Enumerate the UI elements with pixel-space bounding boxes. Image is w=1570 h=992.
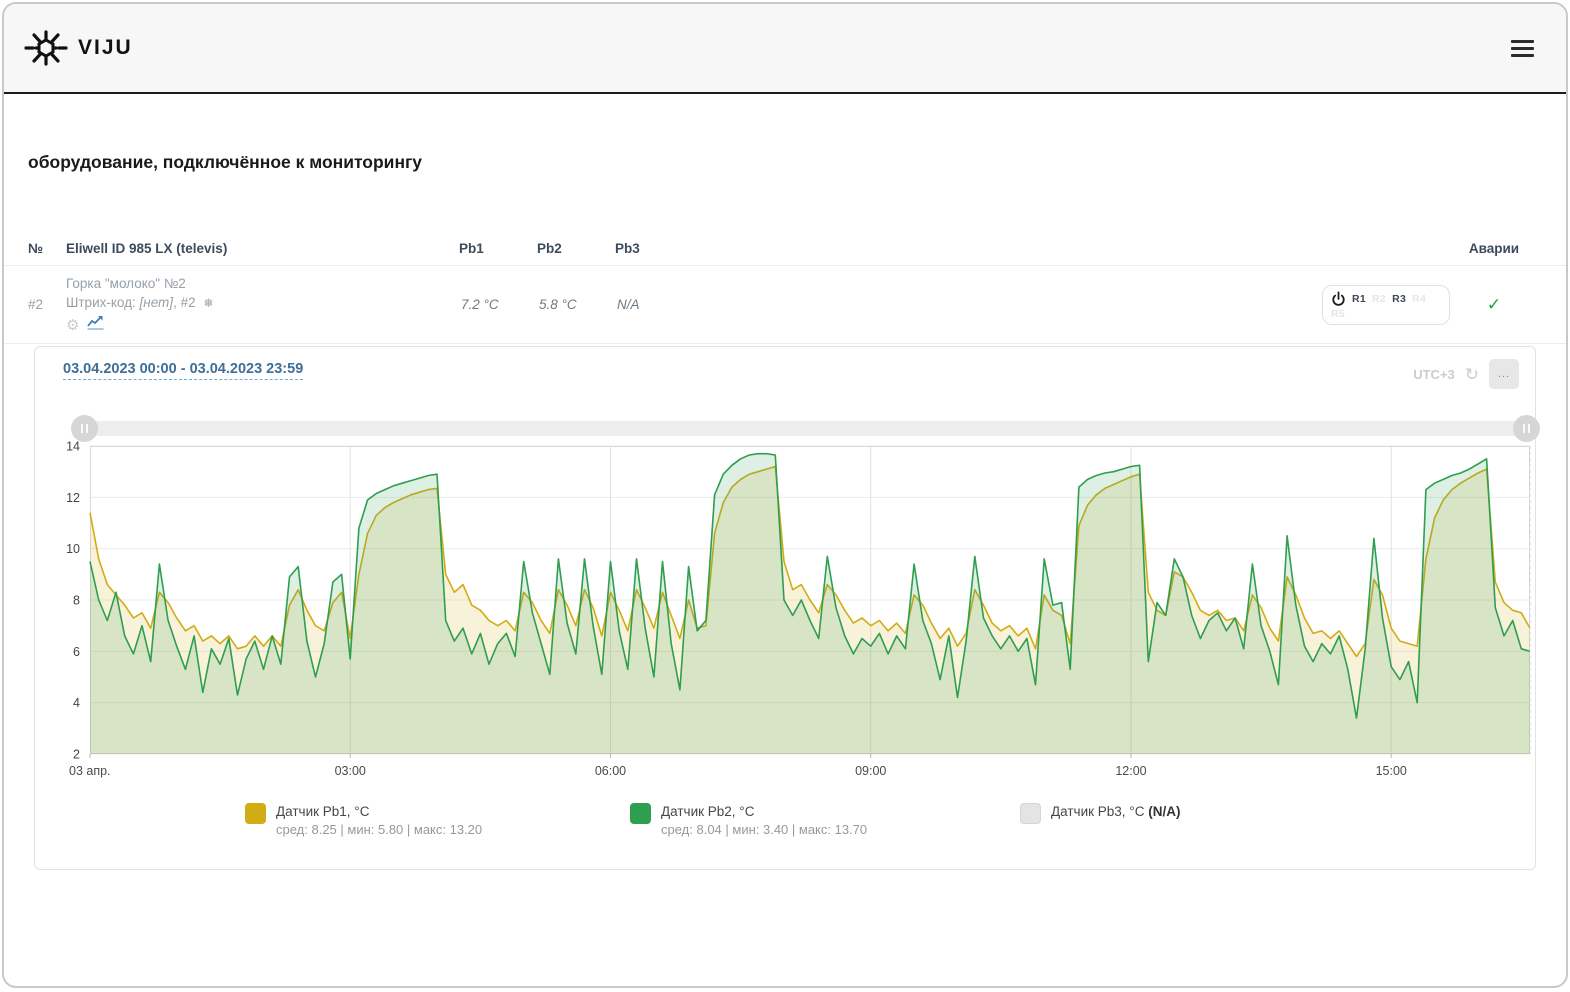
relay-r3: R3 <box>1392 293 1406 305</box>
gear-icon[interactable]: ⚙ <box>66 316 79 335</box>
range-slider-track[interactable] <box>83 421 1533 436</box>
row-number: #2 <box>28 297 66 312</box>
temperature-chart[interactable]: 2 4 6 8 10 12 14 03 апр. 03:00 06:00 09:00 12:00 15:… <box>38 440 1535 787</box>
col-pb1: Pb1 <box>459 241 537 256</box>
viju-logo-icon <box>24 26 68 70</box>
chart-controls: UTC+3 ↻ ... <box>1413 359 1519 389</box>
range-slider-handle-left[interactable] <box>71 415 98 442</box>
table-row: #2 Горка "молоко" №2 Штрих-код: [нет], #… <box>4 266 1566 344</box>
page-title: оборудование, подключённое к мониторингу <box>28 152 1566 173</box>
legend-stats-pb2: сред: 8.04 | мин: 3.40 | макс: 13.70 <box>661 821 867 839</box>
legend-label-pb1: Датчик Pb1, °C <box>276 802 482 821</box>
svg-text:2: 2 <box>73 748 80 762</box>
relay-r2: R2 <box>1372 293 1386 305</box>
chart-card: 03.04.2023 00:00 - 03.04.2023 23:59 UTC+… <box>34 346 1536 870</box>
svg-text:10: 10 <box>66 542 80 556</box>
svg-text:03:00: 03:00 <box>335 764 366 778</box>
chart-legend: Датчик Pb1, °C сред: 8.25 | мин: 5.80 | … <box>35 802 1535 852</box>
table-header: № Eliwell ID 985 LX (televis) Pb1 Pb2 Pb… <box>4 241 1566 266</box>
pb1-value: 7.2 °C <box>459 297 537 312</box>
brand-text: VIJU <box>78 36 133 60</box>
relay-r1: R1 <box>1352 293 1366 305</box>
alarm-status: ✓ <box>1450 295 1538 315</box>
col-pb2: Pb2 <box>537 241 615 256</box>
legend-stats-pb1: сред: 8.25 | мин: 5.80 | макс: 13.20 <box>276 821 482 839</box>
legend-label-pb3: Датчик Pb3, °C (N/A) <box>1051 802 1180 821</box>
date-range-link[interactable]: 03.04.2023 00:00 - 03.04.2023 23:59 <box>63 361 303 380</box>
relay-r4: R4 <box>1412 293 1426 305</box>
range-slider-handle-right[interactable] <box>1513 415 1540 442</box>
relay-box: R1 R2 R3 R4 R5 <box>1322 285 1450 325</box>
device-barcode: Штрих-код: [нет], #2 ❅ <box>66 293 459 313</box>
snowflake-icon: ❅ <box>203 296 213 310</box>
refresh-icon[interactable]: ↻ <box>1465 366 1479 383</box>
svg-text:12:00: 12:00 <box>1115 764 1146 778</box>
svg-text:4: 4 <box>73 696 80 710</box>
pb3-value: N/A <box>615 297 693 312</box>
device-cell: Горка "молоко" №2 Штрих-код: [нет], #2 ❅… <box>66 274 459 335</box>
check-icon: ✓ <box>1487 295 1501 314</box>
legend-swatch-pb3 <box>1020 803 1041 824</box>
viju-logo[interactable]: VIJU <box>24 26 133 70</box>
top-bar: VIJU <box>4 4 1566 94</box>
svg-text:14: 14 <box>66 440 80 454</box>
barcode-value: [нет] <box>140 295 174 310</box>
svg-text:12: 12 <box>66 491 80 505</box>
svg-text:03 апр.: 03 апр. <box>69 764 111 778</box>
legend-pb3[interactable]: Датчик Pb3, °C (N/A) <box>1020 802 1180 824</box>
svg-text:15:00: 15:00 <box>1376 764 1407 778</box>
legend-pb1[interactable]: Датчик Pb1, °C сред: 8.25 | мин: 5.80 | … <box>245 802 482 839</box>
barcode-suffix: , #2 <box>173 295 196 310</box>
pb2-value: 5.8 °C <box>537 297 615 312</box>
col-alarms: Аварии <box>1450 241 1538 256</box>
svg-text:6: 6 <box>73 645 80 659</box>
more-button[interactable]: ... <box>1489 359 1519 389</box>
line-chart-icon[interactable] <box>87 315 104 335</box>
col-num: № <box>28 241 66 256</box>
col-device: Eliwell ID 985 LX (televis) <box>66 241 459 256</box>
power-icon[interactable] <box>1331 291 1346 307</box>
menu-icon[interactable] <box>1509 34 1536 63</box>
app-window: VIJU оборудование, подключённое к монито… <box>2 2 1568 988</box>
legend-label-pb2: Датчик Pb2, °C <box>661 802 867 821</box>
device-table: № Eliwell ID 985 LX (televis) Pb1 Pb2 Pb… <box>4 241 1566 344</box>
device-actions: ⚙ <box>66 315 459 335</box>
barcode-label: Штрих-код: <box>66 295 136 310</box>
svg-text:09:00: 09:00 <box>855 764 886 778</box>
timezone-label: UTC+3 <box>1413 367 1455 382</box>
svg-text:06:00: 06:00 <box>595 764 626 778</box>
legend-pb2[interactable]: Датчик Pb2, °C сред: 8.04 | мин: 3.40 | … <box>630 802 867 839</box>
legend-swatch-pb2 <box>630 803 651 824</box>
legend-swatch-pb1 <box>245 803 266 824</box>
svg-text:8: 8 <box>73 594 80 608</box>
relay-r5: R5 <box>1331 308 1345 320</box>
device-name: Горка "молоко" №2 <box>66 274 459 293</box>
col-pb3: Pb3 <box>615 241 693 256</box>
